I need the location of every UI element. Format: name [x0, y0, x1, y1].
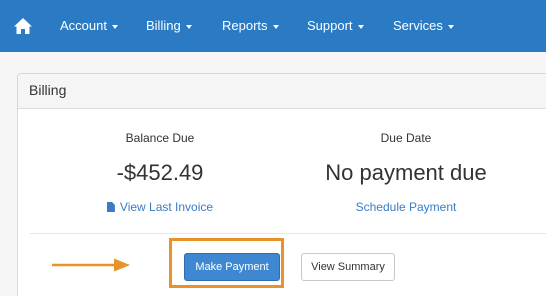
due-date-label: Due Date [380, 131, 432, 145]
balance-due-value: -$452.49 [116, 160, 204, 185]
nav-item-reports[interactable]: Reports [222, 18, 279, 33]
nav-item-account[interactable]: Account [60, 18, 118, 33]
caret-down-icon [111, 24, 118, 29]
balance-due-label: Balance Due [125, 131, 195, 145]
nav-item-label: Reports [222, 18, 268, 33]
schedule-payment-link[interactable]: Schedule Payment [306, 200, 506, 214]
panel-heading: Billing [18, 74, 546, 109]
caret-down-icon [447, 24, 454, 29]
make-payment-button[interactable]: Make Payment [184, 253, 280, 281]
nav-item-services[interactable]: Services [393, 18, 454, 33]
caret-down-icon [357, 24, 364, 29]
nav-item-label: Billing [146, 18, 181, 33]
nav-item-label: Support [307, 18, 353, 33]
nav-item-support[interactable]: Support [307, 18, 364, 33]
view-summary-button[interactable]: View Summary [301, 253, 395, 281]
nav-item-billing[interactable]: Billing [146, 18, 192, 33]
document-icon [106, 202, 115, 212]
home-icon[interactable] [13, 16, 33, 36]
divider [30, 233, 546, 234]
nav-item-label: Account [60, 18, 107, 33]
caret-down-icon [185, 24, 192, 29]
arrow-right-icon [52, 258, 130, 272]
due-date-value: No payment due [325, 160, 487, 185]
top-navbar: Account Billing Reports Support Services [0, 0, 546, 52]
panel-title: Billing [29, 82, 67, 98]
nav-item-label: Services [393, 18, 443, 33]
view-last-invoice-link[interactable]: View Last Invoice [60, 200, 260, 214]
caret-down-icon [272, 24, 279, 29]
view-last-invoice-label: View Last Invoice [119, 200, 214, 214]
